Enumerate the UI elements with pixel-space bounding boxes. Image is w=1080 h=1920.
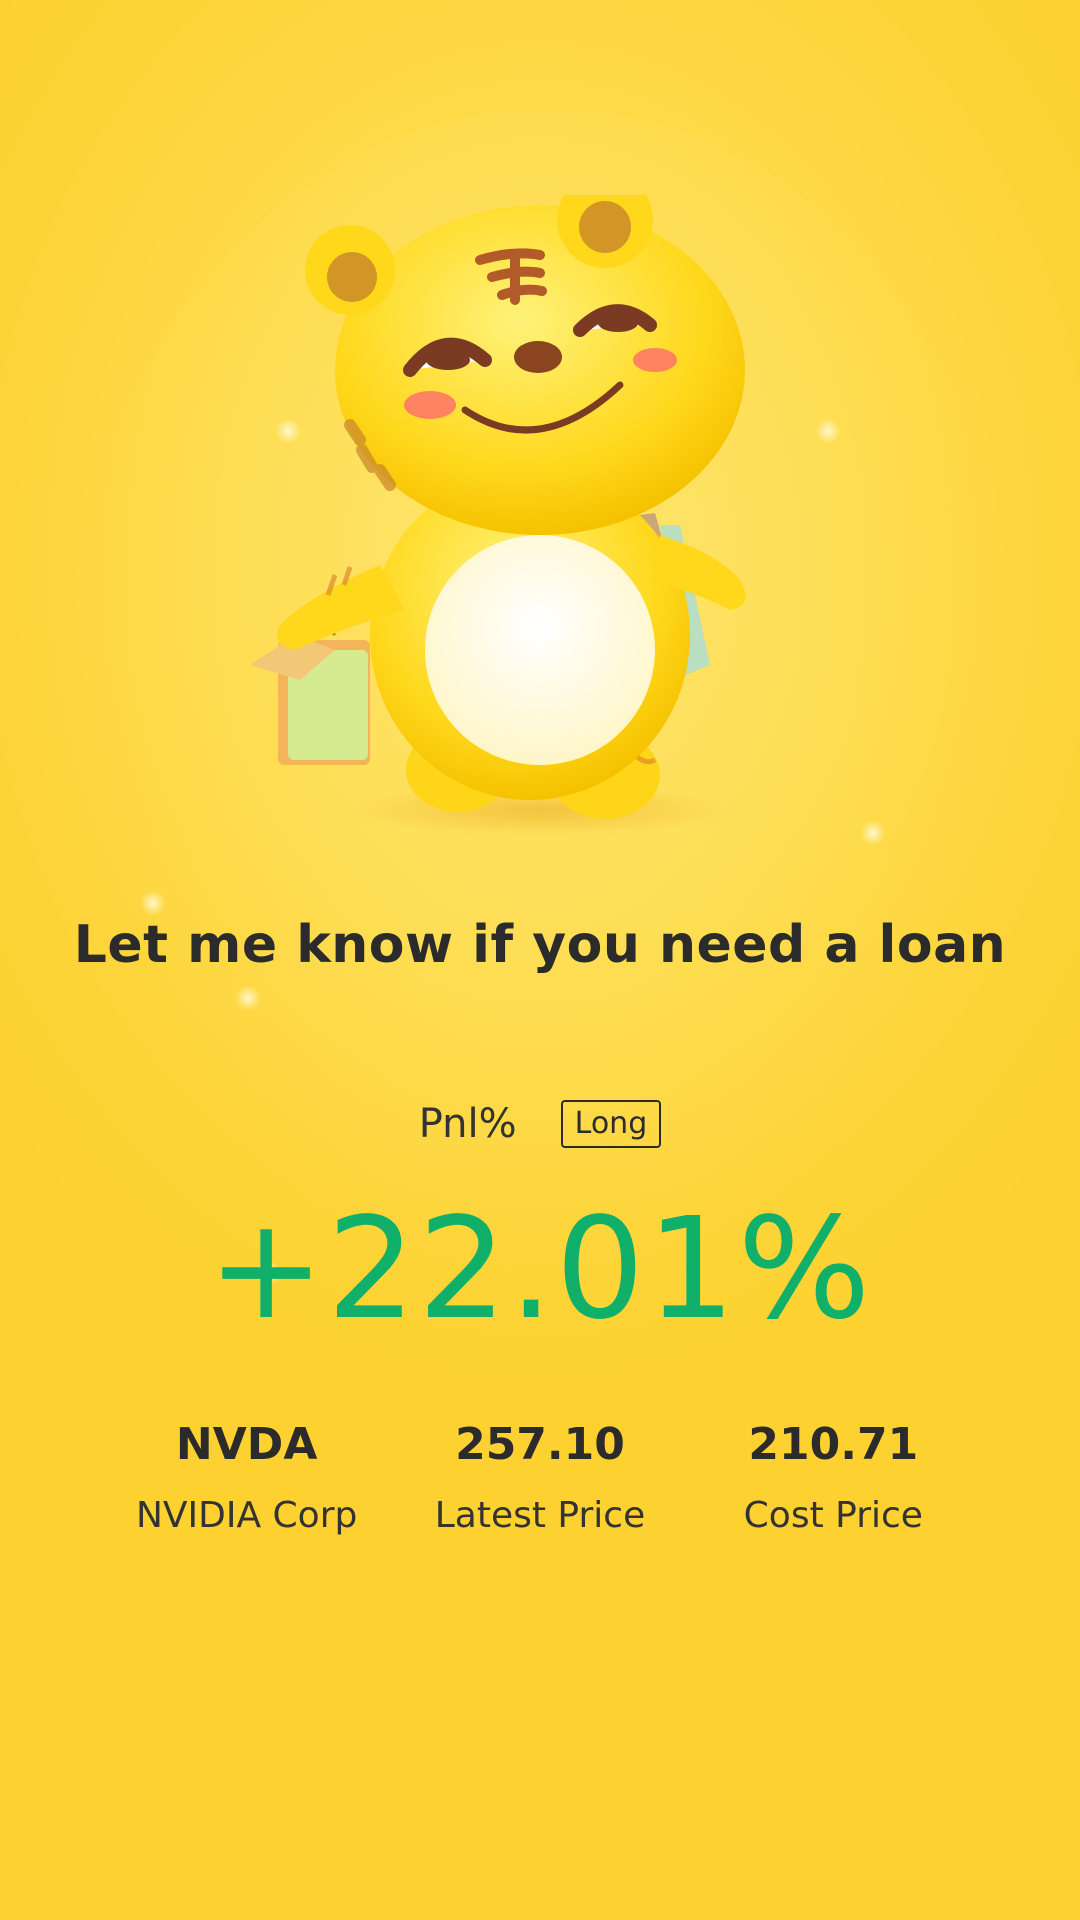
position-stats: NVDA NVIDIA Corp 257.10 Latest Price 210… (0, 1415, 1080, 1539)
company-name: NVIDIA Corp (135, 1495, 358, 1536)
tiger-mascot-icon (250, 195, 746, 836)
cost-price-label: Cost Price (743, 1495, 923, 1536)
stat-latest-price: 257.10 Latest Price (400, 1415, 680, 1539)
direction-badge: Long (560, 1100, 662, 1148)
pnl-header: Pnl% Long (0, 1100, 1080, 1148)
cost-price-value: 210.71 (748, 1419, 919, 1470)
sparkle-decoration (860, 820, 886, 846)
stock-symbol: NVDA (175, 1419, 318, 1470)
headline: Let me know if you need a loan (73, 915, 1007, 975)
sparkle-decoration (235, 985, 261, 1011)
stat-cost-price: 210.71 Cost Price (693, 1415, 973, 1539)
pnl-label: Pnl% (418, 1101, 517, 1147)
pnl-value: +22.01% (207, 1188, 873, 1351)
shopping-bag-left (250, 625, 370, 765)
latest-price-value: 257.10 (455, 1419, 625, 1470)
latest-price-label: Latest Price (434, 1495, 646, 1536)
sparkle-decoration (140, 890, 166, 916)
stat-symbol: NVDA NVIDIA Corp (107, 1415, 387, 1539)
